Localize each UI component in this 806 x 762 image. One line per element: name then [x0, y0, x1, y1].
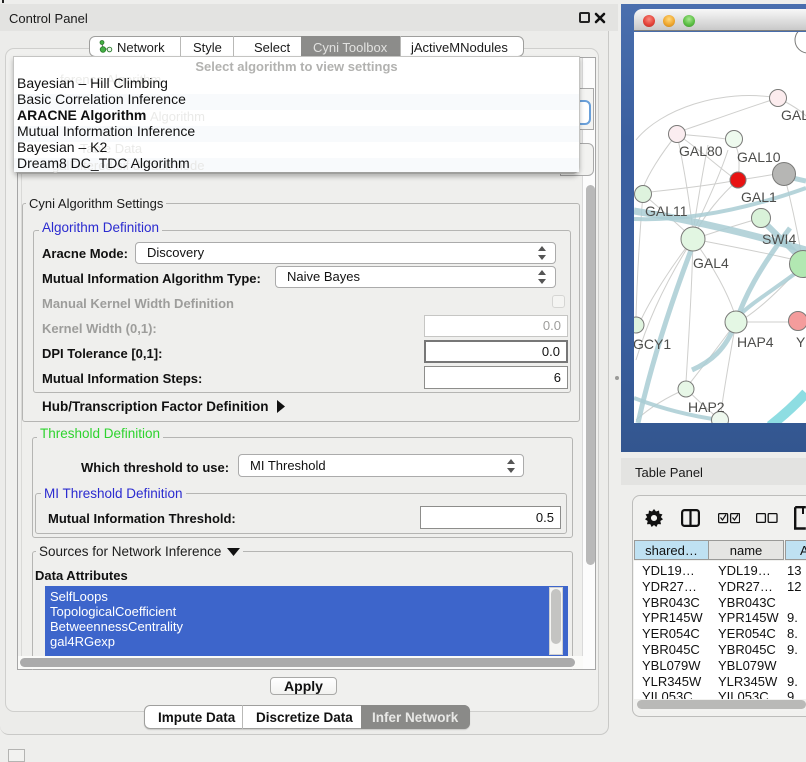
svg-text:GAL80: GAL80 — [679, 143, 723, 159]
svg-text:HAP2: HAP2 — [688, 399, 725, 415]
svg-text:Y: Y — [796, 334, 806, 350]
svg-text:HAP4: HAP4 — [737, 334, 774, 350]
svg-text:GAL1: GAL1 — [741, 189, 777, 205]
svg-text:GCY1: GCY1 — [634, 336, 671, 352]
svg-text:GAL4: GAL4 — [693, 255, 729, 271]
svg-text:SWI4: SWI4 — [762, 231, 796, 247]
svg-text:GAL: GAL — [781, 107, 806, 123]
svg-text:GAL11: GAL11 — [645, 203, 688, 219]
svg-text:GAL10: GAL10 — [737, 149, 781, 165]
